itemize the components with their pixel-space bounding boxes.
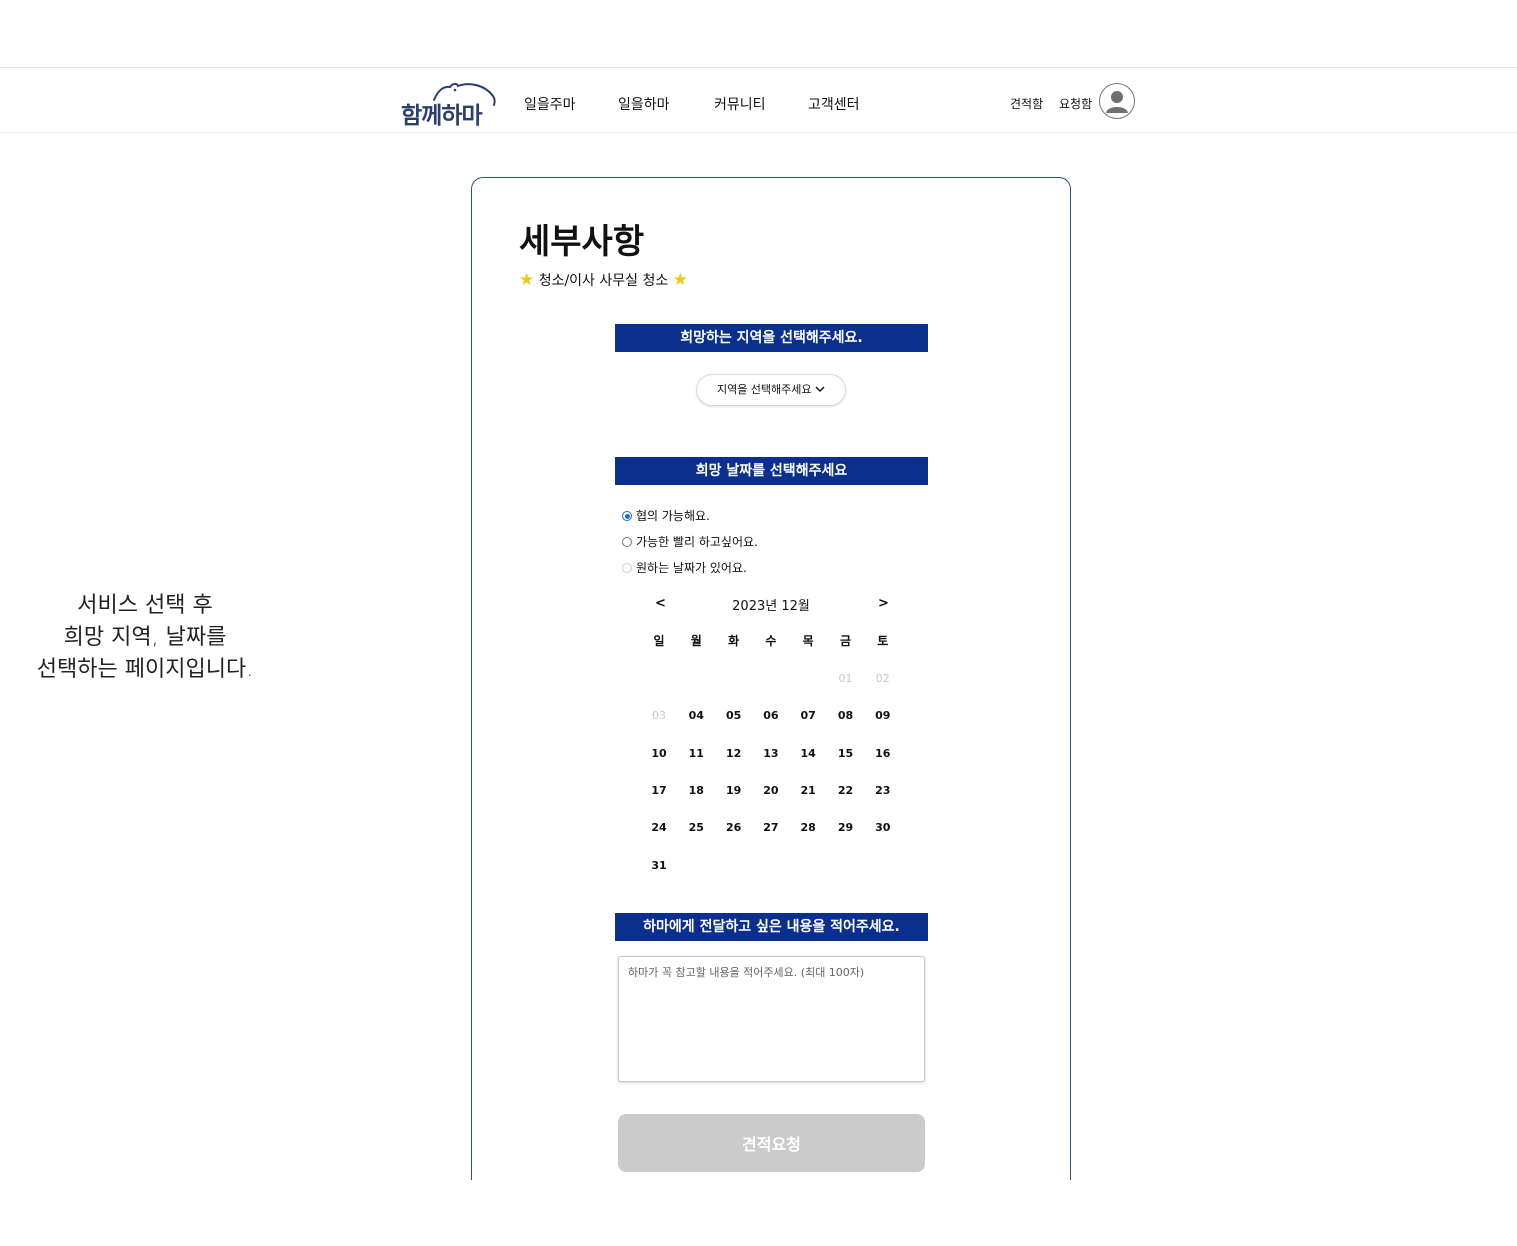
radio-button[interactable]	[622, 563, 632, 573]
date-option-specific[interactable]: 원하는 날짜가 있어요.	[622, 559, 747, 576]
calendar-weekday: 일	[653, 634, 665, 648]
calendar-day[interactable]: 07	[790, 709, 827, 722]
top-navbar: 함께하마 일을주마 일을하마 커뮤니티 고객센터 견적함 요청함	[0, 67, 1517, 133]
calendar-next-button[interactable]: >	[878, 596, 889, 611]
nav-item-do-work[interactable]: 일을하마	[618, 94, 670, 114]
logo-text: 함께하마	[401, 103, 483, 129]
calendar-day[interactable]: 17	[641, 784, 678, 797]
radio-label: 가능한 빨리 하고싶어요.	[636, 535, 758, 549]
calendar-day[interactable]: 27	[752, 821, 789, 834]
details-card: 세부사항 ★ 청소/이사 사무실 청소 ★ 희망하는 지역을 선택해주세요. 지…	[471, 177, 1071, 1180]
calendar-day: 02	[875, 672, 890, 685]
calendar-weekday: 화	[728, 634, 740, 648]
calendar-weekday: 수	[765, 634, 777, 648]
logo[interactable]: 함께하마	[398, 80, 500, 129]
calendar-day[interactable]: 04	[678, 709, 715, 722]
calendar-day[interactable]: 06	[752, 709, 789, 722]
calendar-day[interactable]: 31	[641, 859, 678, 872]
calendar-day[interactable]: 14	[790, 747, 827, 760]
calendar-day[interactable]: 26	[715, 821, 752, 834]
description-line: 서비스 선택 후	[77, 593, 213, 618]
calendar-weekday: 금	[839, 634, 852, 648]
calendar-day[interactable]: 25	[678, 821, 715, 834]
memo-section-header: 하마에게 전달하고 싶은 내용을 적어주세요.	[615, 913, 928, 941]
description-line: 선택하는 페이지입니다.	[36, 657, 254, 682]
calendar-day[interactable]: 05	[715, 709, 752, 722]
date-section-header: 희망 날짜를 선택해주세요	[615, 457, 928, 485]
calendar-day[interactable]: 29	[827, 821, 864, 834]
nav-item-give-work[interactable]: 일을주마	[524, 94, 576, 114]
page-description: 서비스 선택 후 희망 지역, 날짜를 선택하는 페이지입니다.	[0, 590, 290, 686]
calendar-day[interactable]: 18	[678, 784, 715, 797]
user-icon	[1106, 91, 1128, 113]
calendar-day[interactable]: 30	[864, 821, 901, 834]
date-option-negotiable[interactable]: 협의 가능해요.	[622, 507, 710, 524]
calendar-day[interactable]: 16	[864, 747, 901, 760]
calendar-day[interactable]: 08	[827, 709, 864, 722]
calendar-weekday: 토	[877, 634, 889, 648]
service-subtitle: ★ 청소/이사 사무실 청소 ★	[519, 270, 688, 290]
nav-item-customer-center[interactable]: 고객센터	[808, 94, 860, 114]
service-name: 청소/이사 사무실 청소	[538, 273, 669, 289]
calendar-day[interactable]: 20	[752, 784, 789, 797]
calendar-day: 03	[652, 709, 666, 723]
description-line: 희망 지역, 날짜를	[63, 625, 227, 650]
calendar-weekday: 목	[802, 634, 814, 648]
calendar-day[interactable]: 12	[715, 747, 752, 760]
radio-label: 원하는 날짜가 있어요.	[636, 561, 747, 575]
page-title: 세부사항	[519, 222, 645, 262]
chevron-down-icon	[815, 386, 825, 393]
calendar-day[interactable]: 13	[752, 747, 789, 760]
calendar-day[interactable]: 09	[864, 709, 901, 722]
calendar-month-label: 2023년 12월	[732, 599, 810, 614]
calendar-day[interactable]: 15	[827, 747, 864, 760]
calendar-prev-button[interactable]: <	[655, 596, 666, 611]
calendar-day[interactable]: 23	[864, 784, 901, 797]
calendar-day[interactable]: 28	[790, 821, 827, 834]
calendar-day[interactable]: 19	[715, 784, 752, 797]
radio-button[interactable]	[622, 537, 632, 547]
calendar-day[interactable]: 11	[678, 747, 715, 760]
date-option-asap[interactable]: 가능한 빨리 하고싶어요.	[622, 533, 758, 550]
memo-textarea[interactable]	[618, 956, 925, 1082]
region-select-label: 지역을 선택해주세요	[716, 383, 812, 396]
nav-item-community[interactable]: 커뮤니티	[714, 94, 766, 114]
calendar-day[interactable]: 10	[641, 747, 678, 760]
star-icon: ★	[519, 270, 535, 290]
calendar-day[interactable]: 21	[790, 784, 827, 797]
calendar-day: 01	[838, 672, 853, 685]
calendar-weekday: 월	[690, 634, 702, 648]
radio-label: 협의 가능해요.	[636, 509, 710, 523]
avatar[interactable]	[1099, 83, 1135, 119]
calendar-day[interactable]: 24	[641, 821, 678, 834]
radio-button[interactable]	[622, 511, 632, 521]
quote-box-link[interactable]: 견적함	[1010, 95, 1043, 112]
calendar-day[interactable]: 22	[827, 784, 864, 797]
region-select[interactable]: 지역을 선택해주세요	[696, 374, 846, 406]
star-icon: ★	[672, 270, 688, 290]
request-box-link[interactable]: 요청함	[1059, 95, 1092, 112]
request-quote-button[interactable]: 견적요청	[618, 1114, 925, 1172]
region-section-header: 희망하는 지역을 선택해주세요.	[615, 324, 928, 352]
